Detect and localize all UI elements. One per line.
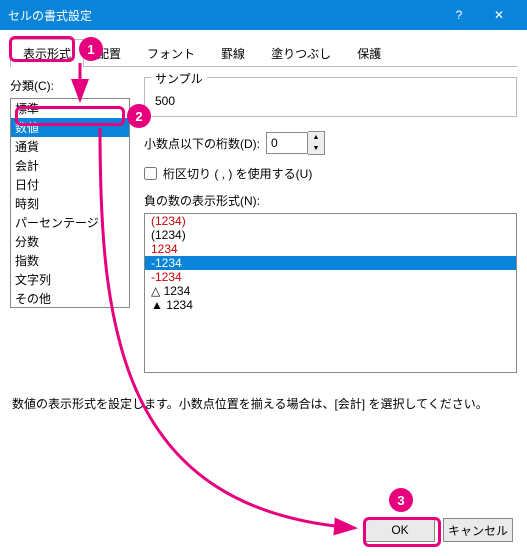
- category-item[interactable]: 数値: [11, 118, 129, 137]
- category-item[interactable]: 時刻: [11, 194, 129, 213]
- help-button[interactable]: ?: [439, 0, 479, 30]
- category-item[interactable]: パーセンテージ: [11, 213, 129, 232]
- dialog-content: 表示形式配置フォント罫線塗りつぶし保護 分類(C): 標準数値通貨会計日付時刻パ…: [0, 30, 527, 420]
- negative-format-label: 負の数の表示形式(N):: [144, 192, 517, 209]
- negative-format-item[interactable]: 1234: [145, 242, 516, 256]
- decimals-label: 小数点以下の桁数(D):: [144, 135, 260, 152]
- decimals-input[interactable]: [266, 132, 308, 154]
- tab-1[interactable]: 配置: [84, 39, 134, 67]
- negative-format-item[interactable]: -1234: [145, 270, 516, 284]
- negative-format-item[interactable]: -1234: [145, 256, 516, 270]
- category-list[interactable]: 標準数値通貨会計日付時刻パーセンテージ分数指数文字列その他ユーザー定義: [10, 98, 130, 308]
- tab-0[interactable]: 表示形式: [10, 39, 84, 67]
- tab-2[interactable]: フォント: [134, 39, 208, 67]
- spinner-down-icon[interactable]: ▼: [308, 143, 324, 154]
- negative-format-list[interactable]: (1234)(1234)1234-1234-1234△ 1234▲ 1234: [144, 213, 517, 373]
- category-item[interactable]: その他: [11, 289, 129, 308]
- category-item[interactable]: 会計: [11, 156, 129, 175]
- negative-format-item[interactable]: ▲ 1234: [145, 298, 516, 312]
- tab-5[interactable]: 保護: [344, 39, 394, 67]
- category-item[interactable]: 通貨: [11, 137, 129, 156]
- category-label: 分類(C):: [10, 77, 130, 94]
- category-item[interactable]: 標準: [11, 99, 129, 118]
- title-bar: セルの書式設定 ? ✕: [0, 0, 527, 30]
- tab-strip: 表示形式配置フォント罫線塗りつぶし保護: [10, 38, 517, 67]
- category-item[interactable]: 指数: [11, 251, 129, 270]
- tab-3[interactable]: 罫線: [208, 39, 258, 67]
- category-item[interactable]: 分数: [11, 232, 129, 251]
- decimals-spinner[interactable]: ▲ ▼: [266, 131, 325, 155]
- negative-format-item[interactable]: (1234): [145, 228, 516, 242]
- thousands-checkbox[interactable]: [144, 167, 157, 180]
- sample-value: 500: [155, 94, 175, 108]
- tab-4[interactable]: 塗りつぶし: [258, 39, 344, 67]
- cancel-button[interactable]: キャンセル: [443, 518, 513, 542]
- thousands-label: 桁区切り ( , ) を使用する(U): [163, 165, 312, 182]
- category-item[interactable]: 文字列: [11, 270, 129, 289]
- close-button[interactable]: ✕: [479, 0, 519, 30]
- sample-legend: サンプル: [151, 70, 207, 87]
- spinner-up-icon[interactable]: ▲: [308, 132, 324, 143]
- ok-button[interactable]: OK: [365, 518, 435, 542]
- negative-format-item[interactable]: △ 1234: [145, 284, 516, 298]
- category-item[interactable]: 日付: [11, 175, 129, 194]
- badge-3: 3: [389, 488, 413, 512]
- sample-group: サンプル 500: [144, 77, 517, 117]
- window-title: セルの書式設定: [8, 7, 439, 24]
- negative-format-item[interactable]: (1234): [145, 214, 516, 228]
- description-text: 数値の表示形式を設定します。小数点位置を揃える場合は、[会計] を選択してくださ…: [12, 395, 515, 412]
